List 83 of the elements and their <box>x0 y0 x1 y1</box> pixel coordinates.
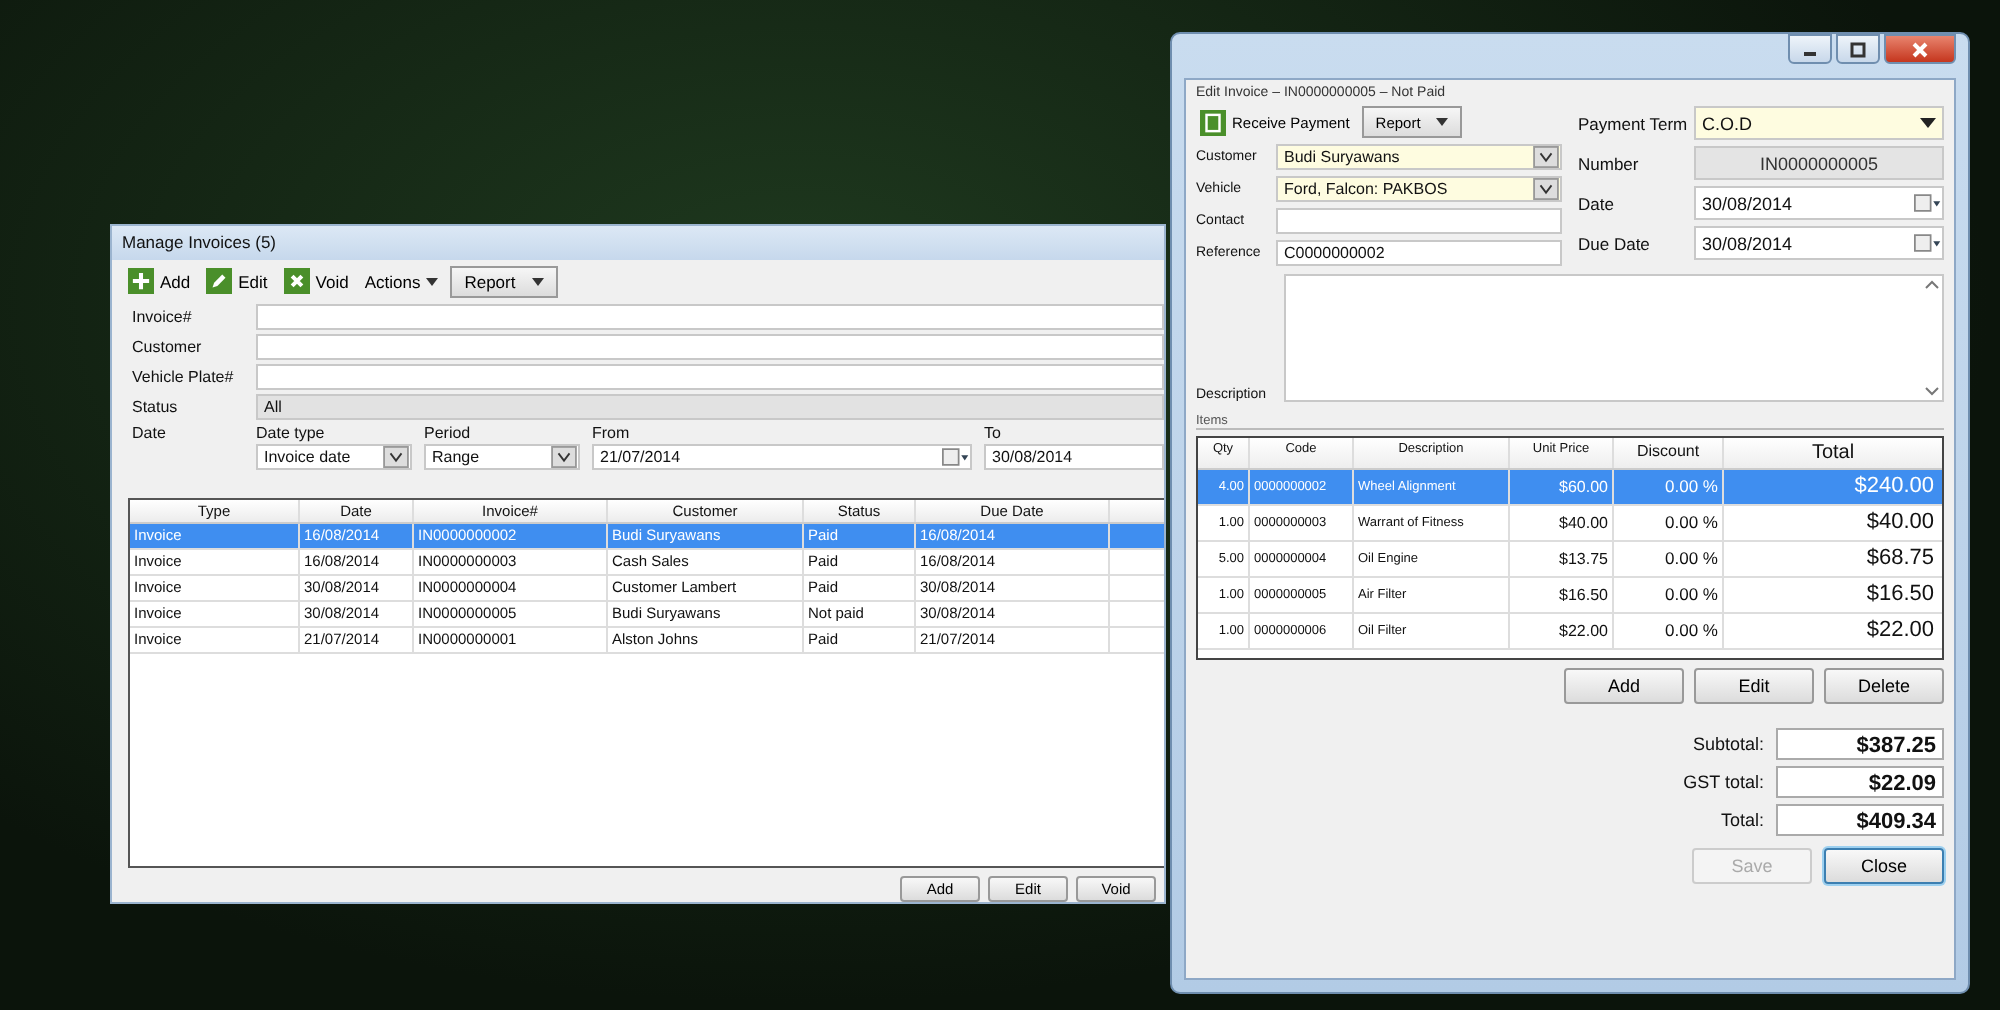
field-label: Invoice# <box>132 307 194 326</box>
plus-icon <box>128 268 154 295</box>
description-field[interactable] <box>1284 274 1944 402</box>
caret-icon <box>1920 118 1936 128</box>
table-cell: 0.00 % <box>1614 578 1724 612</box>
item-button[interactable]: Add <box>1564 668 1684 704</box>
calendar-icon <box>1914 194 1942 212</box>
date-picker[interactable]: 30/08/2014 <box>1694 226 1944 260</box>
input-field[interactable]: C0000000002 <box>1276 240 1562 266</box>
edit-button[interactable]: Edit <box>202 265 272 298</box>
table-cell: 0.00 % <box>1614 614 1724 648</box>
chevron-down-icon <box>1532 178 1560 200</box>
maximize-icon <box>1848 41 1868 57</box>
pencil-icon <box>206 268 233 295</box>
input-field[interactable] <box>1276 208 1562 234</box>
dropdown-field[interactable]: Range <box>424 443 580 470</box>
table-cell-text: $240.00 <box>1852 472 1936 502</box>
void-button[interactable]: Void <box>279 265 353 298</box>
column-header[interactable]: Total <box>1724 438 1942 468</box>
table-cell: 0.00 % <box>1614 506 1724 540</box>
table-cell-text: $22.00 <box>1864 616 1936 646</box>
input-field[interactable]: 30/08/2014 <box>984 443 1164 470</box>
report-dropdown[interactable]: Report <box>450 265 558 298</box>
field-label: Payment Term <box>1578 113 1690 133</box>
dialog-button[interactable]: Close <box>1824 848 1944 884</box>
total-label: GST total: <box>1683 772 1764 792</box>
dropdown-field[interactable]: Ford, Falcon: PAKBOS <box>1276 176 1562 202</box>
field-label: Number <box>1578 153 1641 173</box>
input-field[interactable] <box>256 363 1164 390</box>
table-cell-text: $16.50 <box>1864 580 1936 610</box>
status-select[interactable]: All <box>256 393 1164 420</box>
field-label: From <box>592 423 632 442</box>
total-value: $409.34 <box>1776 804 1944 836</box>
table-cell-text: $68.75 <box>1864 544 1936 574</box>
caret-icon <box>426 277 439 286</box>
field-label: Due Date <box>1578 233 1652 253</box>
field-label: Date <box>132 423 168 442</box>
close-button[interactable] <box>1884 34 1956 64</box>
table-cell: $22.00 <box>1510 614 1614 648</box>
date-picker[interactable]: 30/08/2014 <box>1694 186 1944 220</box>
field-label: Date <box>1578 193 1616 213</box>
scrollbar-drawing <box>1924 278 1940 398</box>
column-header[interactable]: Discount <box>1614 438 1724 468</box>
total-value: $22.09 <box>1776 766 1944 798</box>
minimize-button[interactable] <box>1788 34 1832 64</box>
dropdown-field[interactable]: Budi Suryawans <box>1276 144 1562 170</box>
number-field: IN0000000005 <box>1694 146 1944 180</box>
maximize-button[interactable] <box>1836 34 1880 64</box>
item-button[interactable]: Edit <box>1694 668 1814 704</box>
cross-icon <box>283 268 310 295</box>
add-button[interactable]: Add <box>124 265 195 298</box>
table-cell: $16.50 <box>1510 578 1614 612</box>
field-label: Period <box>424 423 473 442</box>
field-label: To <box>984 423 1003 442</box>
field-label: Vehicle Plate# <box>132 367 236 386</box>
actions-menu[interactable]: Actions <box>360 265 443 298</box>
close-icon <box>1910 41 1930 57</box>
chevron-down-icon <box>382 445 410 468</box>
input-field[interactable] <box>256 303 1164 330</box>
calendar-icon <box>1914 234 1942 252</box>
table-cell: 0.00 % <box>1614 470 1724 504</box>
table-cell: 0.00 % <box>1614 542 1724 576</box>
total-label: Total: <box>1720 810 1764 830</box>
chevron-down-icon <box>1532 146 1560 168</box>
table-cell: $40.00 <box>1510 506 1614 540</box>
total-label: Subtotal: <box>1692 734 1764 754</box>
table-cell: $60.00 <box>1510 470 1614 504</box>
item-button[interactable]: Delete <box>1824 668 1944 704</box>
input-field[interactable] <box>256 333 1164 360</box>
field-label: Date type <box>256 423 327 442</box>
caret-icon <box>531 277 544 286</box>
date-picker[interactable]: 21/07/2014 <box>592 443 972 470</box>
calendar-icon <box>942 447 970 466</box>
window-title: Manage Invoices (5) <box>122 232 277 253</box>
field-label: Status <box>132 397 180 416</box>
field-label: Customer <box>132 337 204 356</box>
dropdown-field[interactable]: C.O.D <box>1694 106 1944 140</box>
table-cell-text: $40.00 <box>1864 508 1936 538</box>
total-value: $387.25 <box>1776 728 1944 760</box>
dropdown-field[interactable]: Invoice date <box>256 443 412 470</box>
chevron-down-icon <box>550 445 578 468</box>
caret-icon <box>1436 118 1449 126</box>
table-cell: $13.75 <box>1510 542 1614 576</box>
